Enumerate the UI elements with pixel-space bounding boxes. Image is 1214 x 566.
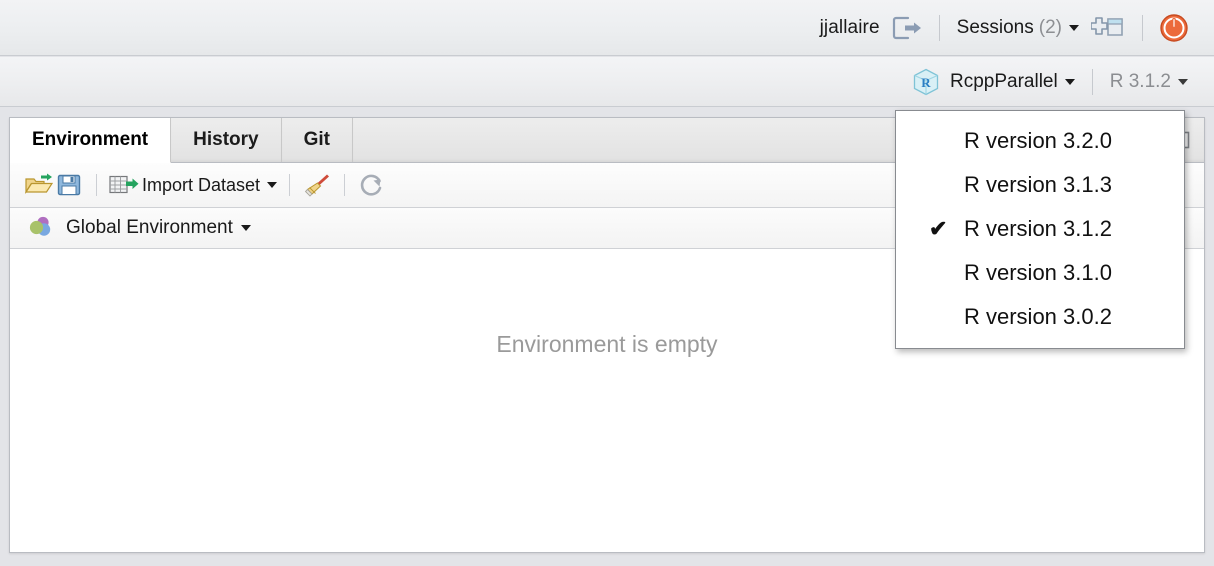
- svg-text:R: R: [921, 75, 931, 90]
- broom-clear-icon: [302, 172, 332, 198]
- save-floppy-icon: [54, 172, 84, 198]
- save-workspace-button[interactable]: [54, 172, 84, 198]
- menu-item-label: R version 3.1.0: [964, 260, 1112, 285]
- chevron-down-icon: [267, 182, 278, 188]
- tab-label: History: [193, 129, 259, 150]
- menu-item-r-version[interactable]: R version 3.1.0: [896, 251, 1184, 295]
- chevron-down-icon: [240, 225, 251, 231]
- project-divider: [1091, 68, 1093, 95]
- sessions-count: (2): [1038, 16, 1062, 38]
- project-menu-button[interactable]: R RcppParallel: [912, 68, 1075, 96]
- tab-environment[interactable]: Environment: [10, 118, 172, 163]
- refresh-button[interactable]: [357, 172, 387, 198]
- username-label: jjallaire: [819, 16, 880, 38]
- sessions-label: Sessions: [956, 16, 1034, 38]
- global-environment-label: Global Environment: [66, 217, 233, 238]
- tab-label: Git: [303, 129, 330, 150]
- chevron-down-icon: [1064, 78, 1075, 85]
- import-grid-icon: [109, 172, 139, 198]
- open-folder-icon: [24, 172, 54, 198]
- global-environment-icon: [28, 215, 56, 241]
- chevron-down-icon: [1178, 78, 1188, 85]
- menu-item-r-version[interactable]: R version 3.1.3: [896, 163, 1184, 207]
- check-icon: ✔: [929, 216, 948, 241]
- toolbar-divider-2: [1142, 14, 1143, 41]
- tab-git[interactable]: Git: [281, 118, 353, 162]
- clear-workspace-button[interactable]: [302, 172, 332, 198]
- menu-item-label: R version 3.2.0: [964, 128, 1112, 153]
- project-name-label: RcppParallel: [950, 70, 1058, 92]
- menu-item-r-version[interactable]: R version 3.0.2: [896, 295, 1184, 339]
- toolbar-separator: [96, 174, 97, 196]
- tab-label: Environment: [32, 129, 149, 150]
- power-icon[interactable]: [1160, 13, 1188, 42]
- toolbar-separator-2: [289, 174, 291, 196]
- menu-item-r-version-selected[interactable]: ✔ R version 3.1.2: [896, 207, 1184, 251]
- r-version-dropdown-menu: R version 3.2.0 R version 3.1.3 ✔ R vers…: [895, 110, 1185, 349]
- menu-item-label: R version 3.0.2: [964, 304, 1112, 329]
- toolbar-separator-3: [344, 174, 346, 196]
- menu-item-label: R version 3.1.3: [964, 172, 1112, 197]
- menu-item-label: R version 3.1.2: [964, 216, 1112, 241]
- r-project-cube-icon: R: [913, 68, 939, 95]
- import-dataset-label: Import Dataset: [142, 174, 261, 195]
- rstudio-server-window: jjallaire Sessions (2) R RcppParallel R …: [0, 0, 1214, 566]
- project-toolbar: R RcppParallel R 3.1.2: [0, 57, 1214, 107]
- load-workspace-button[interactable]: [24, 172, 54, 198]
- environment-empty-message: Environment is empty: [496, 331, 718, 357]
- global-toolbar: jjallaire Sessions (2): [0, 0, 1214, 56]
- toolbar-divider: [938, 14, 940, 41]
- tab-history[interactable]: History: [171, 118, 282, 162]
- r-version-menu-button[interactable]: R 3.1.2: [1110, 71, 1188, 93]
- r-version-label: R 3.1.2: [1109, 70, 1171, 92]
- new-session-icon[interactable]: [1079, 15, 1125, 41]
- menu-item-r-version[interactable]: R version 3.2.0: [896, 119, 1184, 163]
- sessions-menu-button[interactable]: Sessions (2): [957, 17, 1079, 39]
- import-dataset-button[interactable]: Import Dataset: [109, 172, 278, 198]
- chevron-down-icon: [1069, 24, 1079, 31]
- refresh-icon: [357, 172, 387, 198]
- signout-icon[interactable]: [892, 16, 922, 40]
